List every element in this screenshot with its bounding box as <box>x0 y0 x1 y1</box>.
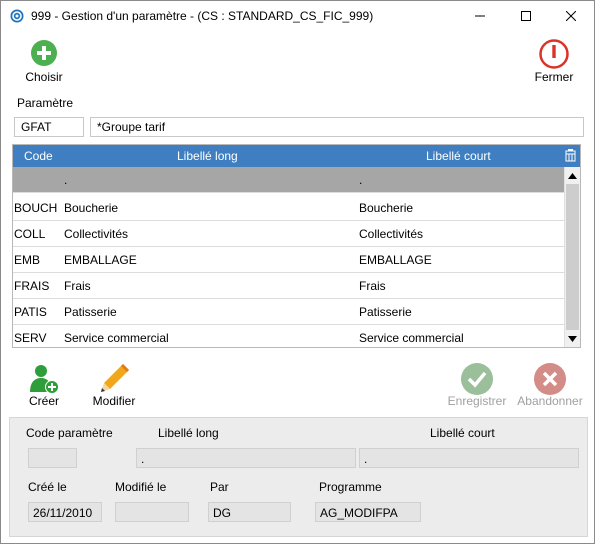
table-row[interactable]: EMB EMBALLAGE EMBALLAGE <box>13 247 564 273</box>
cell-short-label: EMBALLAGE <box>359 253 432 267</box>
scroll-up-icon[interactable] <box>568 173 577 179</box>
program-label: Programme <box>319 480 382 494</box>
cell-long-label: . <box>64 173 68 187</box>
close-window-button[interactable] <box>548 1 594 31</box>
cancel-icon <box>534 363 566 395</box>
by-label: Par <box>210 480 229 494</box>
app-icon <box>10 9 24 23</box>
column-chooser-icon[interactable] <box>565 149 576 162</box>
created-label: Créé le <box>28 480 67 494</box>
maximize-icon <box>521 11 531 21</box>
scrollbar-thumb[interactable] <box>566 184 579 330</box>
pencil-icon <box>101 364 129 392</box>
grid-header: Code Libellé long Libellé court <box>13 145 580 167</box>
save-button[interactable]: Enregistrer <box>443 362 511 408</box>
cell-code: COLL <box>14 227 46 241</box>
cell-short-label: Patisserie <box>359 305 412 319</box>
window-title: 999 - Gestion d'un paramètre - (CS : STA… <box>31 9 374 23</box>
column-header-long-label[interactable]: Libellé long <box>177 149 238 163</box>
cell-long-label: Patisserie <box>64 305 117 319</box>
cancel-label: Abandonner <box>517 394 583 408</box>
long-label-field[interactable]: . <box>136 448 356 468</box>
long-label-label: Libellé long <box>158 426 219 440</box>
program-field: AG_MODIFPA <box>315 502 421 522</box>
add-user-icon <box>30 365 59 394</box>
minimize-button[interactable] <box>457 1 503 31</box>
choose-button[interactable]: Choisir <box>21 39 67 84</box>
close-button[interactable]: Fermer <box>529 39 579 84</box>
cell-code: FRAIS <box>14 279 50 293</box>
parameter-name-field[interactable]: *Groupe tarif <box>90 117 584 137</box>
close-icon <box>566 11 576 21</box>
choose-label: Choisir <box>25 70 63 84</box>
close-label: Fermer <box>534 70 574 84</box>
cell-long-label: Boucherie <box>64 201 119 215</box>
power-icon <box>539 39 569 69</box>
short-label-field[interactable]: . <box>359 448 579 468</box>
cell-long-label: Frais <box>64 279 91 293</box>
created-date-field: 26/11/2010 <box>28 502 102 522</box>
modify-label: Modifier <box>92 394 136 408</box>
cell-short-label: Collectivités <box>359 227 424 241</box>
cell-code: SERV <box>14 331 47 345</box>
parameter-grid: Code Libellé long Libellé court . . BOUC… <box>12 144 581 348</box>
table-row[interactable]: COLL Collectivités Collectivités <box>13 221 564 247</box>
grid-scrollbar[interactable] <box>564 167 580 347</box>
code-param-label: Code paramètre <box>26 426 113 440</box>
cancel-button[interactable]: Abandonner <box>515 362 585 408</box>
title-bar: 999 - Gestion d'un paramètre - (CS : STA… <box>1 1 594 31</box>
create-label: Créer <box>28 394 59 408</box>
minimize-icon <box>475 15 485 17</box>
modified-date-field <box>115 502 189 522</box>
parameter-section-label: Paramètre <box>17 96 74 110</box>
table-row[interactable]: SERV Service commercial Service commerci… <box>13 325 564 347</box>
cell-code: BOUCH <box>14 201 58 215</box>
scroll-down-icon[interactable] <box>568 336 577 342</box>
by-field: DG <box>208 502 291 522</box>
create-button[interactable]: Créer <box>25 362 63 408</box>
short-label-label: Libellé court <box>430 426 495 440</box>
cell-short-label: Service commercial <box>359 331 464 345</box>
parameter-code-field[interactable]: GFAT <box>14 117 84 137</box>
table-row[interactable]: FRAIS Frais Frais <box>13 273 564 299</box>
save-label: Enregistrer <box>447 394 507 408</box>
column-header-code[interactable]: Code <box>24 149 53 163</box>
window: 999 - Gestion d'un paramètre - (CS : STA… <box>0 0 595 544</box>
cell-short-label: Boucherie <box>359 201 414 215</box>
table-row[interactable]: . . <box>13 167 564 193</box>
table-row[interactable]: PATIS Patisserie Patisserie <box>13 299 564 325</box>
cell-code: PATIS <box>14 305 47 319</box>
cell-short-label: Frais <box>359 279 386 293</box>
code-param-field[interactable] <box>28 448 77 468</box>
column-header-short-label[interactable]: Libellé court <box>426 149 491 163</box>
modify-button[interactable]: Modifier <box>89 362 139 408</box>
detail-panel: Code paramètre Libellé long Libellé cour… <box>9 417 588 537</box>
table-row[interactable]: BOUCH Boucherie Boucherie <box>13 195 564 221</box>
cell-long-label: EMBALLAGE <box>64 253 137 267</box>
cell-short-label: . <box>359 173 363 187</box>
modified-label: Modifié le <box>115 480 167 494</box>
cell-long-label: Collectivités <box>64 227 129 241</box>
maximize-button[interactable] <box>503 1 549 31</box>
cell-code: EMB <box>14 253 41 267</box>
add-circle-icon <box>31 40 57 66</box>
cell-long-label: Service commercial <box>64 331 169 345</box>
checkmark-icon <box>461 363 493 395</box>
